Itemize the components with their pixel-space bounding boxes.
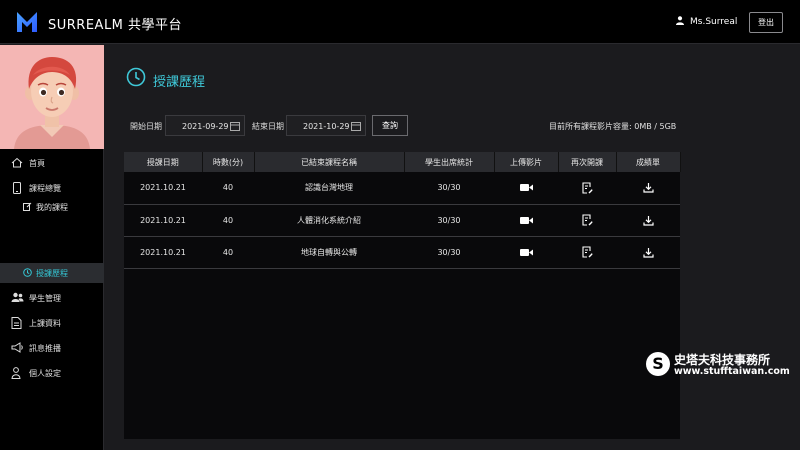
end-date-label: 結束日期 xyxy=(252,122,284,131)
sidebar-item-label: 個人設定 xyxy=(29,369,61,378)
cell-attendance: 30/30 xyxy=(404,204,494,237)
cell-date: 2021.10.21 xyxy=(124,204,202,237)
reopen-document-icon[interactable] xyxy=(581,182,593,194)
sidebar-item-my-courses[interactable]: 我的課程 xyxy=(0,197,104,217)
table-row: 2021.10.21 40 地球自轉與公轉 30/30 xyxy=(124,236,680,269)
cell-minutes: 40 xyxy=(202,204,254,237)
sidebar-item-course-overview[interactable]: 課程總覽 xyxy=(0,178,104,198)
tablet-icon xyxy=(13,182,21,194)
start-date-label: 開始日期 xyxy=(130,122,162,131)
video-camera-icon[interactable] xyxy=(519,216,533,225)
column-header-upload-video: 上傳影片 xyxy=(494,152,559,172)
sidebar: 首頁 課程總覽 我的課程 授課歷程 學生管理 上課資料 訊息推播 個人設定 xyxy=(0,45,104,450)
download-report-button[interactable] xyxy=(616,204,680,237)
end-date-value: 2021-10-29 xyxy=(303,122,350,131)
calendar-icon[interactable] xyxy=(230,121,240,131)
video-camera-icon[interactable] xyxy=(519,183,533,192)
clock-icon xyxy=(23,268,32,277)
app-brand[interactable]: SURREALM 共學平台 xyxy=(48,14,182,33)
cell-date: 2021.10.21 xyxy=(124,236,202,269)
column-header-course: 已結束課程名稱 xyxy=(254,152,405,172)
column-header-report-card: 成績單 xyxy=(616,152,681,172)
upload-video-button[interactable] xyxy=(494,172,558,205)
watermark-logo: S xyxy=(646,352,670,376)
sidebar-item-label: 上課資料 xyxy=(29,319,61,328)
megaphone-icon xyxy=(11,342,23,353)
cell-course: 認識台灣地理 xyxy=(254,172,404,205)
top-bar: SURREALM 共學平台 Ms.Surreal 登出 xyxy=(0,0,800,44)
storage-usage: 目前所有課程影片容量: 0MB / 5GB xyxy=(549,122,677,131)
sidebar-item-home[interactable]: 首頁 xyxy=(0,153,104,173)
watermark-url: www.stufftaiwan.com xyxy=(674,366,790,377)
edit-icon xyxy=(23,202,32,211)
cell-minutes: 40 xyxy=(202,236,254,269)
cell-course: 人體消化系統介紹 xyxy=(254,204,404,237)
sidebar-item-student-management[interactable]: 學生管理 xyxy=(0,288,104,308)
users-icon xyxy=(11,292,24,302)
document-icon xyxy=(11,317,22,329)
column-header-reopen: 再次開課 xyxy=(558,152,617,172)
sidebar-item-label: 首頁 xyxy=(29,159,45,168)
person-icon xyxy=(11,367,21,379)
cell-attendance: 30/30 xyxy=(404,236,494,269)
upload-video-button[interactable] xyxy=(494,236,558,269)
cell-minutes: 40 xyxy=(202,172,254,205)
surrealm-logo-icon[interactable] xyxy=(15,10,39,34)
column-header-attendance: 學生出席統計 xyxy=(404,152,495,172)
download-icon[interactable] xyxy=(642,247,654,258)
sidebar-item-label: 學生管理 xyxy=(29,294,61,303)
clock-icon xyxy=(126,67,146,87)
reopen-course-button[interactable] xyxy=(558,172,616,205)
reopen-document-icon[interactable] xyxy=(581,246,593,258)
page-title: 授課歷程 xyxy=(153,75,206,90)
cell-attendance: 30/30 xyxy=(404,172,494,205)
download-icon[interactable] xyxy=(642,182,654,193)
reopen-document-icon[interactable] xyxy=(581,214,593,226)
cell-course: 地球自轉與公轉 xyxy=(254,236,404,269)
avatar xyxy=(0,45,104,149)
column-header-minutes: 時數(分) xyxy=(202,152,255,172)
sidebar-item-teaching-history[interactable]: 授課歷程 xyxy=(0,263,104,283)
sidebar-item-notifications[interactable]: 訊息推播 xyxy=(0,338,104,358)
video-camera-icon[interactable] xyxy=(519,248,533,257)
user-name: Ms.Surreal xyxy=(690,17,738,27)
search-button[interactable]: 查詢 xyxy=(372,115,408,136)
cell-date: 2021.10.21 xyxy=(124,172,202,205)
user-icon xyxy=(676,16,684,25)
home-icon xyxy=(11,157,23,168)
user-menu[interactable]: Ms.Surreal xyxy=(676,16,737,27)
table-row: 2021.10.21 40 認識台灣地理 30/30 xyxy=(124,172,680,205)
logout-button[interactable]: 登出 xyxy=(749,12,783,33)
upload-video-button[interactable] xyxy=(494,204,558,237)
column-header-date: 授課日期 xyxy=(124,152,203,172)
table-row: 2021.10.21 40 人體消化系統介紹 30/30 xyxy=(124,204,680,237)
calendar-icon[interactable] xyxy=(351,121,361,131)
download-report-button[interactable] xyxy=(616,236,680,269)
reopen-course-button[interactable] xyxy=(558,204,616,237)
sidebar-item-label: 我的課程 xyxy=(36,203,68,212)
table-header-row: 授課日期 時數(分) 已結束課程名稱 學生出席統計 上傳影片 再次開課 成績單 xyxy=(124,152,681,172)
sidebar-item-class-materials[interactable]: 上課資料 xyxy=(0,313,104,333)
download-report-button[interactable] xyxy=(616,172,680,205)
sidebar-item-label: 課程總覽 xyxy=(29,184,61,193)
end-date-input[interactable]: 2021-10-29 xyxy=(286,115,366,136)
sidebar-item-personal-settings[interactable]: 個人設定 xyxy=(0,363,104,383)
sidebar-item-label: 授課歷程 xyxy=(36,269,68,278)
start-date-value: 2021-09-29 xyxy=(182,122,229,131)
sidebar-item-label: 訊息推播 xyxy=(29,344,61,353)
reopen-course-button[interactable] xyxy=(558,236,616,269)
history-table: 授課日期 時數(分) 已結束課程名稱 學生出席統計 上傳影片 再次開課 成績單 … xyxy=(124,152,681,439)
start-date-input[interactable]: 2021-09-29 xyxy=(165,115,245,136)
download-icon[interactable] xyxy=(642,215,654,226)
